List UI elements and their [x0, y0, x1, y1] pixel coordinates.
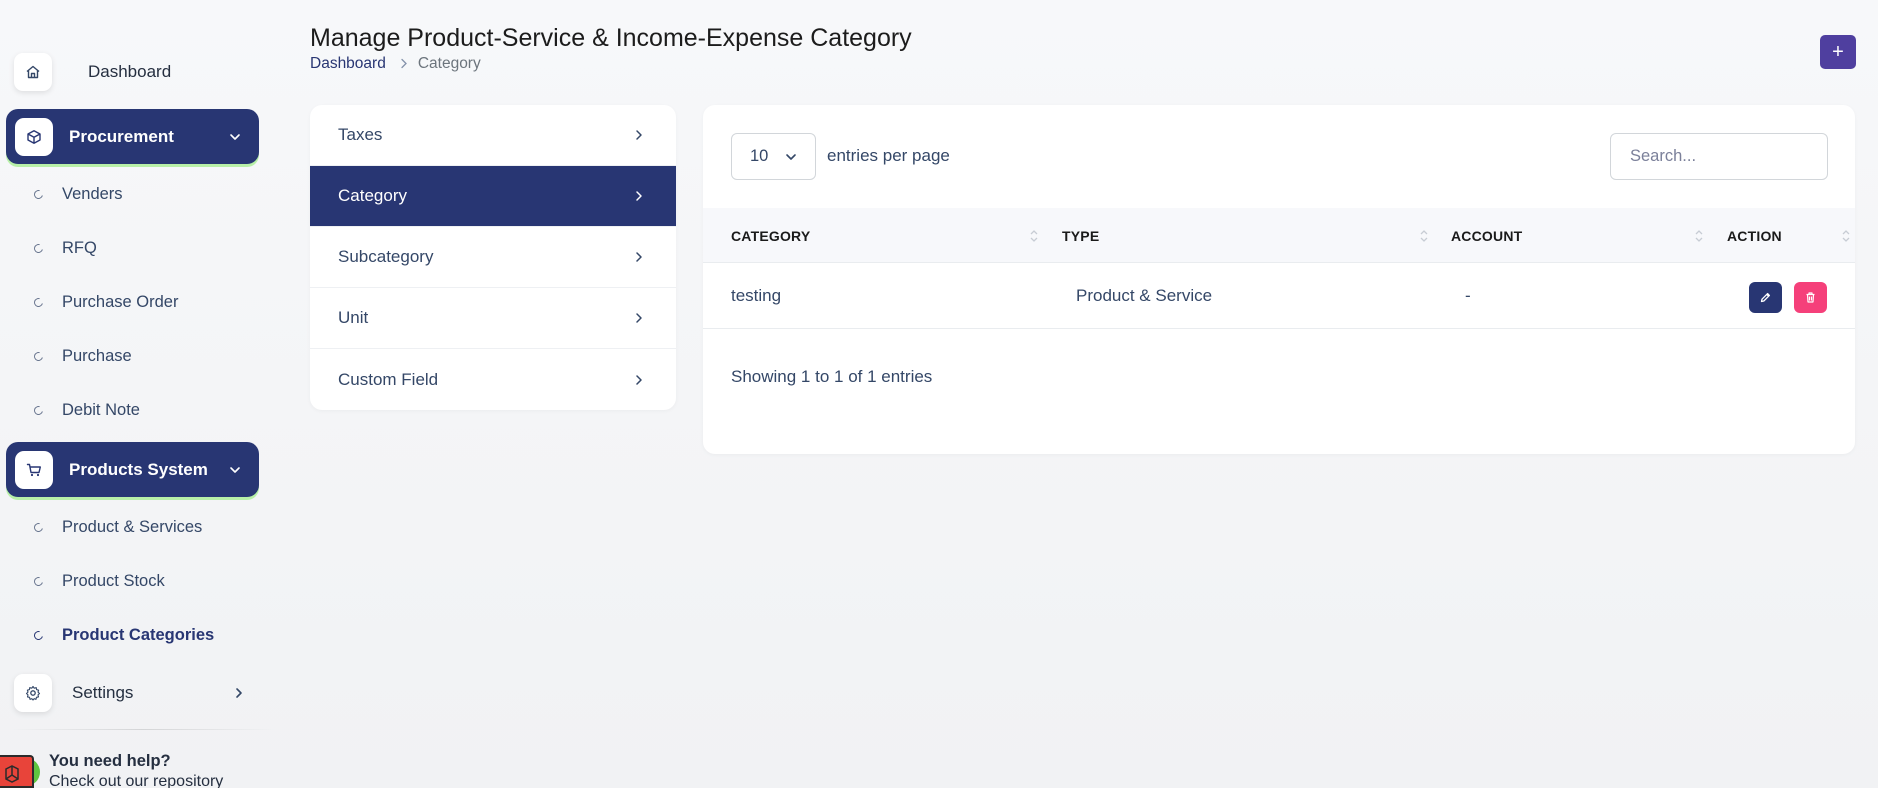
sidebar-item-label: Dashboard	[88, 62, 172, 81]
entries-per-page-value: 10	[750, 147, 769, 165]
gear-icon	[14, 674, 52, 712]
sidebar-item-label: Product Categories	[62, 625, 215, 644]
chevron-down-icon	[784, 150, 798, 169]
sidebar-item-label: RFQ	[62, 238, 97, 257]
entries-per-page-label: entries per page	[827, 146, 950, 165]
help-title: You need help?	[49, 752, 171, 770]
pencil-icon	[1759, 291, 1772, 304]
chevron-right-icon	[632, 189, 646, 203]
help-card: You need help? Check out our repository	[0, 752, 276, 788]
bullet-icon	[32, 403, 45, 417]
box-icon	[15, 117, 53, 156]
bullet-icon	[32, 295, 45, 309]
column-header-account[interactable]: ACCOUNT	[1451, 208, 1522, 263]
chevron-right-icon	[632, 250, 646, 264]
bullet-icon	[32, 574, 45, 588]
sidebar-item-purchase[interactable]: Purchase	[32, 341, 132, 371]
breadcrumb-dashboard-link[interactable]: Dashboard	[310, 55, 386, 73]
sidebar-item-product-categories[interactable]: Product Categories	[32, 620, 215, 650]
bullet-icon	[32, 520, 45, 534]
sidebar-group-label: Procurement	[69, 126, 174, 146]
sidebar-item-dashboard[interactable]: Dashboard	[14, 52, 171, 92]
entries-per-page-select[interactable]: 10	[731, 133, 816, 180]
nav-item-category[interactable]: Category	[310, 166, 676, 227]
bullet-icon	[32, 241, 45, 255]
sidebar-item-debit-note[interactable]: Debit Note	[32, 395, 140, 425]
nav-item-label: Custom Field	[338, 369, 439, 389]
nav-item-subcategory[interactable]: Subcategory	[310, 227, 676, 288]
sort-icon[interactable]	[1841, 227, 1851, 245]
sidebar-item-venders[interactable]: Venders	[32, 179, 123, 209]
nav-item-custom-field[interactable]: Custom Field	[310, 349, 676, 410]
nav-item-label: Category	[338, 186, 407, 205]
bullet-icon	[32, 187, 45, 201]
column-header-category[interactable]: CATEGORY	[731, 208, 810, 263]
category-table-card: 10 entries per page CATEGORY TYPE ACCOUN…	[703, 105, 1855, 454]
trash-icon	[1804, 291, 1817, 304]
chevron-right-icon	[632, 311, 646, 325]
breadcrumb-current: Category	[417, 55, 481, 72]
sidebar-item-product-services[interactable]: Product & Services	[32, 512, 203, 542]
help-subtitle[interactable]: Check out our repository	[49, 773, 223, 788]
laravel-logo-icon	[0, 755, 34, 788]
breadcrumb-separator-icon	[400, 56, 408, 72]
column-header-action[interactable]: ACTION	[1727, 208, 1782, 263]
sidebar-item-label: Debit Note	[62, 400, 140, 419]
add-category-button[interactable]: +	[1820, 35, 1856, 69]
nav-item-label: Unit	[338, 308, 369, 327]
sidebar-group-products-system[interactable]: Products System	[6, 442, 259, 497]
nav-item-label: Subcategory	[338, 247, 434, 266]
sidebar-item-label: Settings	[72, 683, 134, 702]
sidebar: Dashboard Procurement Venders RFQ Purcha…	[0, 0, 276, 788]
home-icon	[14, 53, 52, 91]
nav-item-taxes[interactable]: Taxes	[310, 105, 676, 166]
column-header-type[interactable]: TYPE	[1062, 208, 1099, 263]
chevron-down-icon	[225, 127, 245, 147]
chevron-right-icon	[632, 128, 646, 142]
cart-icon	[15, 450, 53, 489]
sidebar-item-label: Venders	[62, 184, 123, 203]
sort-icon[interactable]	[1694, 227, 1704, 245]
sort-icon[interactable]	[1029, 227, 1039, 245]
category-nav: Taxes Category Subcategory Unit Custom F…	[310, 105, 676, 410]
chevron-right-icon	[232, 686, 246, 700]
sidebar-item-rfq[interactable]: RFQ	[32, 233, 97, 263]
cell-category: testing	[731, 286, 782, 305]
sidebar-item-label: Purchase Order	[62, 292, 179, 311]
table-row: testing Product & Service -	[703, 263, 1855, 329]
sort-icon[interactable]	[1419, 227, 1429, 245]
bullet-icon	[32, 349, 45, 363]
table-info: Showing 1 to 1 of 1 entries	[731, 367, 933, 386]
sidebar-group-label: Products System	[69, 459, 208, 479]
cell-type: Product & Service	[1076, 286, 1213, 305]
page-title: Manage Product-Service & Income-Expense …	[310, 24, 912, 52]
bullet-icon	[32, 628, 45, 642]
delete-button[interactable]	[1794, 282, 1827, 313]
sidebar-item-purchase-order[interactable]: Purchase Order	[32, 287, 179, 317]
sidebar-item-label: Product Stock	[62, 571, 165, 590]
sidebar-group-procurement[interactable]: Procurement	[6, 109, 259, 164]
table-header: CATEGORY TYPE ACCOUNT ACTION	[703, 208, 1855, 263]
sidebar-item-label: Product & Services	[62, 517, 203, 536]
edit-button[interactable]	[1749, 282, 1782, 313]
nav-item-label: Taxes	[338, 125, 383, 144]
breadcrumb: Dashboard Category	[310, 55, 481, 73]
search-input[interactable]	[1610, 133, 1828, 180]
sidebar-item-label: Purchase	[62, 346, 132, 365]
chevron-right-icon	[632, 373, 646, 387]
sidebar-divider	[10, 729, 276, 730]
sidebar-item-settings[interactable]: Settings	[14, 673, 246, 713]
cell-account: -	[1465, 286, 1471, 305]
sidebar-item-product-stock[interactable]: Product Stock	[32, 566, 165, 596]
nav-item-unit[interactable]: Unit	[310, 288, 676, 349]
chevron-down-icon	[225, 460, 245, 480]
